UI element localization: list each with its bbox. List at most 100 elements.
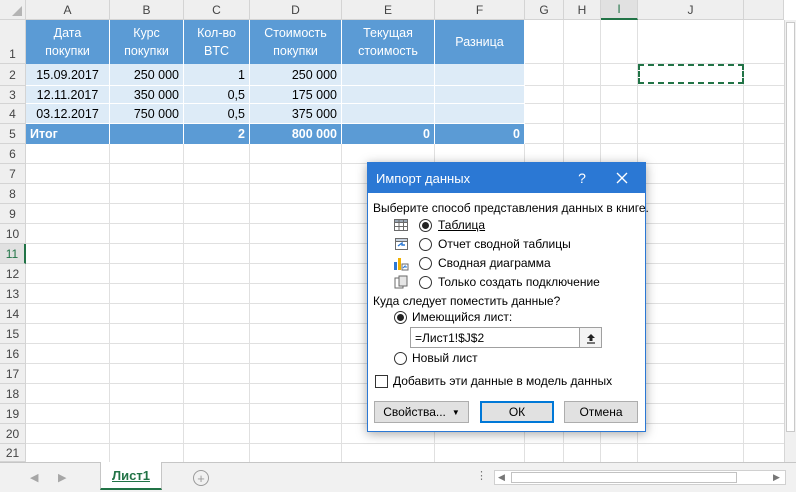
- dialog-title: Импорт данных: [376, 171, 471, 186]
- column-header-k-partial[interactable]: [744, 0, 784, 20]
- row-header-9[interactable]: 9: [0, 204, 26, 224]
- row-header-3[interactable]: 3: [0, 86, 26, 104]
- table-cell[interactable]: [435, 86, 525, 104]
- column-header-h[interactable]: H: [564, 0, 601, 20]
- table-header-cell[interactable]: Разница: [435, 20, 525, 64]
- row-header-18[interactable]: 18: [0, 384, 26, 404]
- total-row-cell[interactable]: 0: [435, 124, 525, 144]
- total-row-cell[interactable]: 0: [342, 124, 435, 144]
- row-header-17[interactable]: 17: [0, 364, 26, 384]
- row-header-12[interactable]: 12: [0, 264, 26, 284]
- horizontal-scroll-thumb[interactable]: [511, 472, 737, 483]
- total-row-cell[interactable]: 800 000: [250, 124, 342, 144]
- selected-cell-j2[interactable]: [638, 64, 744, 84]
- properties-button[interactable]: Свойства... ▼: [374, 401, 469, 423]
- column-header-d[interactable]: D: [250, 0, 342, 20]
- table-cell[interactable]: 175 000: [250, 86, 342, 104]
- table-cell[interactable]: 12.11.2017: [26, 86, 110, 104]
- column-header-j[interactable]: J: [638, 0, 744, 20]
- table-cell[interactable]: 350 000: [110, 86, 184, 104]
- help-button[interactable]: ?: [572, 167, 592, 189]
- dialog-title-bar[interactable]: Импорт данных ?: [368, 163, 645, 193]
- select-all-corner[interactable]: [0, 0, 26, 20]
- data-model-checkbox[interactable]: [375, 375, 388, 388]
- row-header-21[interactable]: 21: [0, 444, 26, 462]
- data-model-label[interactable]: Добавить эти данные в модель данных: [393, 374, 612, 388]
- cancel-button[interactable]: Отмена: [564, 401, 638, 423]
- row-header-6[interactable]: 6: [0, 144, 26, 164]
- horizontal-scrollbar[interactable]: ◀ ▶: [494, 470, 786, 485]
- row-header-1[interactable]: 1: [0, 20, 26, 64]
- view-prompt: Выберите способ представления данных в к…: [373, 201, 649, 215]
- tab-split-handle-icon[interactable]: ⋮: [476, 469, 487, 482]
- column-header-c[interactable]: C: [184, 0, 250, 20]
- table-header-cell[interactable]: Текущая стоимость: [342, 20, 435, 64]
- row-header-19[interactable]: 19: [0, 404, 26, 424]
- collapse-dialog-button[interactable]: [579, 327, 602, 348]
- table-header-cell[interactable]: Кол-во BTC: [184, 20, 250, 64]
- total-row-cell[interactable]: [110, 124, 184, 144]
- scroll-up-area[interactable]: [784, 0, 796, 20]
- ok-button[interactable]: ОК: [480, 401, 554, 423]
- radio-existing-sheet[interactable]: [394, 311, 407, 324]
- table-cell[interactable]: 750 000: [110, 104, 184, 124]
- radio-new-sheet[interactable]: [394, 352, 407, 365]
- column-header-f[interactable]: F: [435, 0, 525, 20]
- radio-pivot-chart[interactable]: [419, 257, 432, 270]
- table-header-cell[interactable]: Дата покупки: [26, 20, 110, 64]
- table-cell[interactable]: 15.09.2017: [26, 64, 110, 86]
- table-cell[interactable]: 1: [184, 64, 250, 86]
- table-cell[interactable]: [342, 64, 435, 86]
- row-header-13[interactable]: 13: [0, 284, 26, 304]
- column-header-i[interactable]: I: [601, 0, 638, 20]
- close-button[interactable]: [612, 167, 632, 189]
- add-sheet-icon[interactable]: +: [193, 470, 209, 486]
- table-cell[interactable]: 250 000: [250, 64, 342, 86]
- table-cell[interactable]: [435, 104, 525, 124]
- row-header-8[interactable]: 8: [0, 184, 26, 204]
- table-cell[interactable]: 0,5: [184, 86, 250, 104]
- total-row-cell[interactable]: 2: [184, 124, 250, 144]
- reference-input[interactable]: =Лист1!$J$2: [410, 327, 602, 348]
- column-header-b[interactable]: B: [110, 0, 184, 20]
- radio-pivot-table[interactable]: [419, 238, 432, 251]
- table-header-cell[interactable]: Курс покупки: [110, 20, 184, 64]
- vertical-scrollbar[interactable]: [784, 20, 796, 462]
- new-sheet-label[interactable]: Новый лист: [412, 351, 478, 365]
- table-cell[interactable]: [435, 64, 525, 86]
- scroll-right-icon[interactable]: ▶: [773, 472, 780, 483]
- row-header-15[interactable]: 15: [0, 324, 26, 344]
- row-header-7[interactable]: 7: [0, 164, 26, 184]
- option-table-label[interactable]: Таблица: [438, 218, 485, 232]
- row-header-2[interactable]: 2: [0, 64, 26, 86]
- table-cell[interactable]: 03.12.2017: [26, 104, 110, 124]
- row-header-10[interactable]: 10: [0, 224, 26, 244]
- table-cell[interactable]: [342, 86, 435, 104]
- existing-sheet-label[interactable]: Имеющийся лист:: [412, 310, 512, 324]
- table-cell[interactable]: 0,5: [184, 104, 250, 124]
- sheet-tab-list1[interactable]: Лист1: [100, 462, 162, 490]
- next-sheet-icon[interactable]: ▶: [58, 471, 66, 484]
- row-header-5[interactable]: 5: [0, 124, 26, 144]
- table-cell[interactable]: 375 000: [250, 104, 342, 124]
- vertical-scroll-thumb[interactable]: [786, 22, 795, 432]
- column-header-a[interactable]: A: [26, 0, 110, 20]
- option-pivot-table-label[interactable]: Отчет сводной таблицы: [438, 237, 571, 251]
- scroll-left-icon[interactable]: ◀: [498, 472, 505, 483]
- table-cell[interactable]: 250 000: [110, 64, 184, 86]
- radio-connection-only[interactable]: [419, 276, 432, 289]
- option-pivot-chart-label[interactable]: Сводная диаграмма: [438, 256, 551, 270]
- row-header-20[interactable]: 20: [0, 424, 26, 444]
- total-row-cell[interactable]: Итог: [26, 124, 110, 144]
- prev-sheet-icon[interactable]: ◀: [30, 471, 38, 484]
- table-cell[interactable]: [342, 104, 435, 124]
- row-header-16[interactable]: 16: [0, 344, 26, 364]
- radio-table[interactable]: [419, 219, 432, 232]
- column-header-e[interactable]: E: [342, 0, 435, 20]
- option-connection-only-label[interactable]: Только создать подключение: [438, 275, 600, 289]
- table-header-cell[interactable]: Стоимость покупки: [250, 20, 342, 64]
- column-header-g[interactable]: G: [525, 0, 564, 20]
- row-header-14[interactable]: 14: [0, 304, 26, 324]
- row-header-11[interactable]: 11: [0, 244, 26, 264]
- row-header-4[interactable]: 4: [0, 104, 26, 124]
